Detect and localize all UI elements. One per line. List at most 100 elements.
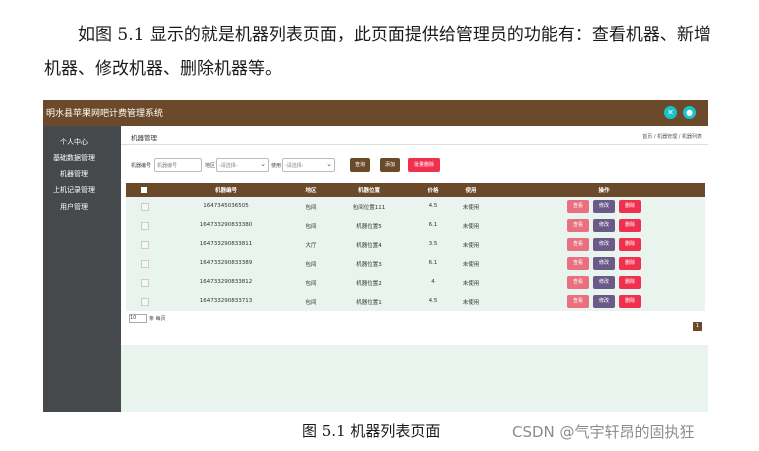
machine-number-input[interactable]: 机器编号	[154, 158, 202, 172]
cell-price: 4.5	[428, 298, 438, 304]
cell-region: 包间	[305, 281, 317, 287]
cell-usage: 未使用	[462, 281, 480, 287]
header-region: 地区	[305, 188, 317, 194]
header-price: 价格	[427, 188, 439, 194]
view-button[interactable]: 查看	[567, 257, 589, 270]
view-button[interactable]: 查看	[567, 276, 589, 289]
usage-label: 使用	[271, 163, 282, 169]
view-button[interactable]: 查看	[567, 200, 589, 213]
delete-button[interactable]: 删除	[619, 295, 641, 308]
delete-button[interactable]: 删除	[619, 219, 641, 232]
header-usage: 使用	[465, 188, 477, 194]
content-background	[121, 345, 708, 412]
header-position: 机器位置	[357, 188, 381, 194]
table-row: 164733290833811 大厅 机器位置4 3.5 未使用 查看 修改 删除	[126, 235, 705, 255]
user-circle-icon[interactable]: ●	[683, 106, 696, 119]
sidebar-item-users[interactable]: 用户管理	[60, 202, 88, 212]
add-button[interactable]: 添加	[380, 158, 400, 172]
page-size-value[interactable]: 10	[129, 314, 147, 323]
delete-button[interactable]: 删除	[619, 276, 641, 289]
page-size-suffix: 条 每页	[149, 316, 166, 322]
cell-position: 机器位置1	[356, 300, 382, 306]
cell-region: 包间	[305, 300, 317, 306]
cell-region: 包间	[305, 224, 317, 230]
cell-region: 包间	[305, 262, 317, 268]
cell-usage: 未使用	[462, 300, 480, 306]
cell-number: 164733290833812	[199, 279, 253, 285]
cell-region: 包间	[305, 205, 317, 211]
sidebar-item-usage-records[interactable]: 上机记录管理	[53, 185, 95, 195]
row-checkbox[interactable]	[141, 241, 149, 249]
cell-position: 包间位置111	[352, 205, 386, 211]
table-row: 1647345036505 包间 包间位置111 4.5 未使用 查看 修改 删除	[126, 197, 705, 217]
cell-number: 1647345036505	[203, 203, 249, 209]
view-button[interactable]: 查看	[567, 219, 589, 232]
usage-select[interactable]: -请选择-	[282, 157, 335, 172]
edit-button[interactable]: 修改	[593, 219, 615, 232]
cell-region: 大厅	[305, 243, 317, 249]
app-title: 明水县苹果网吧计费管理系统	[46, 109, 164, 119]
delete-button[interactable]: 删除	[619, 200, 641, 213]
cell-price: 3.5	[428, 241, 438, 247]
page-title: 机器管理	[131, 134, 157, 142]
table-row: 164733290833812 包间 机器位置2 4 未使用 查看 修改 删除	[126, 273, 705, 293]
table-row: 164733290833389 包间 机器位置3 6.1 未使用 查看 修改 删除	[126, 254, 705, 274]
app-header: 明水县苹果网吧计费管理系统 ✕ ●	[43, 100, 708, 126]
view-button[interactable]: 查看	[567, 295, 589, 308]
edit-button[interactable]: 修改	[593, 238, 615, 251]
cell-usage: 未使用	[462, 224, 480, 230]
sidebar-item-machines[interactable]: 机器管理	[60, 169, 88, 179]
intro-paragraph: 如图 5.1 显示的就是机器列表页面，此页面提供给管理员的功能有：查看机器、新增…	[44, 25, 711, 79]
view-button[interactable]: 查看	[567, 238, 589, 251]
batch-delete-button[interactable]: 批量删除	[408, 158, 440, 172]
breadcrumb[interactable]: 首页 / 机器管理 / 机器列表	[642, 133, 702, 140]
cell-position: 机器位置4	[356, 243, 382, 249]
edit-button[interactable]: 修改	[593, 200, 615, 213]
edit-button[interactable]: 修改	[593, 276, 615, 289]
number-label: 机器编号	[131, 163, 152, 169]
cell-number: 164733290833380	[199, 222, 253, 228]
query-button[interactable]: 查询	[350, 158, 370, 172]
sidebar-item-basic-data[interactable]: 基础数据管理	[53, 153, 95, 163]
row-checkbox[interactable]	[141, 222, 149, 230]
delete-button[interactable]: 删除	[619, 238, 641, 251]
search-bar: 机器编号 机器编号 地区 -请选择- 使用 -请选择- 查询 添加 批量删除	[131, 157, 531, 174]
divider	[121, 144, 708, 145]
cell-price: 4	[431, 279, 435, 285]
screenshot-figure: 明水县苹果网吧计费管理系统 ✕ ● 个人中心 基础数据管理 机器管理 上机记录管…	[43, 100, 708, 412]
cell-number: 164733290833713	[199, 298, 253, 304]
row-checkbox[interactable]	[141, 298, 149, 306]
row-checkbox[interactable]	[141, 203, 149, 211]
row-checkbox[interactable]	[141, 260, 149, 268]
table-row: 164733290833713 包间 机器位置1 4.5 未使用 查看 修改 删除	[126, 292, 705, 312]
cell-number: 164733290833389	[199, 260, 253, 266]
cell-price: 6.1	[428, 260, 438, 266]
region-select[interactable]: -请选择-	[216, 157, 269, 172]
header-actions: 操作	[598, 188, 610, 194]
cell-price: 4.5	[428, 203, 438, 209]
row-checkbox[interactable]	[141, 279, 149, 287]
edit-button[interactable]: 修改	[593, 257, 615, 270]
close-circle-icon[interactable]: ✕	[664, 106, 677, 119]
cell-usage: 未使用	[462, 243, 480, 249]
current-page-button[interactable]: 1	[693, 322, 702, 331]
watermark: CSDN @气宇轩昂的固执狂	[512, 423, 695, 441]
table-row: 164733290833380 包间 机器位置5 6.1 未使用 查看 修改 删除	[126, 216, 705, 236]
cell-usage: 未使用	[462, 205, 480, 211]
sidebar: 个人中心 基础数据管理 机器管理 上机记录管理 用户管理	[43, 126, 121, 412]
sidebar-item-profile[interactable]: 个人中心	[60, 137, 88, 147]
header-number: 机器编号	[214, 188, 238, 194]
cell-position: 机器位置3	[356, 262, 382, 268]
page-size-select[interactable]: 10 条 每页	[129, 314, 166, 323]
main-content: 机器管理 首页 / 机器管理 / 机器列表 机器编号 机器编号 地区 -请选择-…	[121, 126, 708, 412]
cell-position: 机器位置5	[356, 224, 382, 230]
delete-button[interactable]: 删除	[619, 257, 641, 270]
cell-number: 164733290833811	[199, 241, 253, 247]
table-header: 机器编号 地区 机器位置 价格 使用 操作	[126, 183, 705, 197]
figure-caption: 图 5.1 机器列表页面	[302, 422, 441, 440]
cell-usage: 未使用	[462, 262, 480, 268]
region-label: 地区	[205, 163, 216, 169]
edit-button[interactable]: 修改	[593, 295, 615, 308]
cell-position: 机器位置2	[356, 281, 382, 287]
select-all-checkbox[interactable]	[141, 187, 147, 193]
